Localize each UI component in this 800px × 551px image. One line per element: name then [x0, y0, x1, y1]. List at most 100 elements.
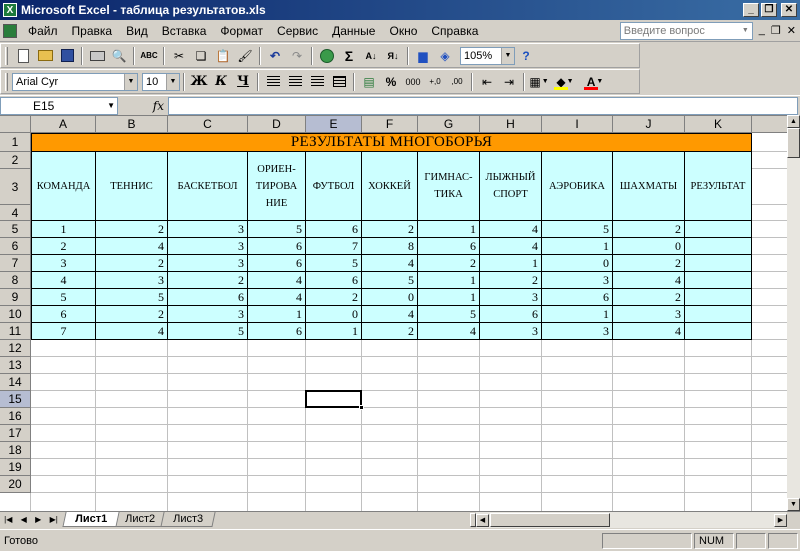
fx-icon[interactable]: fx [118, 99, 168, 113]
align-right-icon[interactable] [306, 72, 328, 92]
column-header-i[interactable]: I [542, 116, 613, 133]
autosum-icon[interactable]: Σ [338, 46, 360, 66]
score-cell[interactable]: 6 [306, 272, 362, 289]
score-cell[interactable]: 6 [306, 221, 362, 238]
save-icon[interactable] [56, 46, 78, 66]
decrease-indent-icon[interactable]: ⇤ [476, 72, 498, 92]
underline-button[interactable]: Ч [232, 72, 254, 92]
row-header-17[interactable]: 17 [0, 425, 31, 442]
paste-icon[interactable]: 📋 [212, 46, 234, 66]
score-cell[interactable]: 7 [306, 238, 362, 255]
name-box[interactable]: E15 ▼ [0, 96, 118, 115]
active-cell-selection[interactable] [305, 390, 364, 410]
column-title-cell[interactable]: ОРИЕН- ТИРОВА НИЕ [248, 152, 306, 221]
team-number-cell[interactable]: 2 [31, 238, 96, 255]
column-header-f[interactable]: F [362, 116, 418, 133]
score-cell[interactable] [685, 255, 752, 272]
score-cell[interactable]: 5 [306, 255, 362, 272]
score-cell[interactable]: 4 [362, 255, 418, 272]
chart-wizard-icon[interactable]: ▆ [412, 46, 434, 66]
workbook-icon[interactable] [3, 23, 17, 38]
score-cell[interactable]: 6 [248, 323, 306, 340]
score-cell[interactable]: 6 [168, 289, 248, 306]
scroll-left-icon[interactable]: ◀ [476, 513, 489, 527]
vertical-scrollbar[interactable]: ▲ ▼ [787, 115, 800, 511]
scroll-thumb[interactable] [787, 128, 800, 158]
score-cell[interactable]: 1 [248, 306, 306, 323]
row-header-10[interactable]: 10 [0, 306, 31, 323]
font-color-icon[interactable]: A ▼ [580, 72, 610, 92]
score-cell[interactable]: 4 [480, 221, 542, 238]
increase-decimal-icon[interactable]: +,0 [424, 72, 446, 92]
team-number-cell[interactable]: 4 [31, 272, 96, 289]
menu-view[interactable]: Вид [119, 21, 155, 41]
score-cell[interactable]: 2 [362, 221, 418, 238]
row-header-2[interactable]: 2 [0, 152, 31, 169]
score-cell[interactable]: 3 [480, 289, 542, 306]
score-cell[interactable]: 2 [96, 255, 168, 272]
row-header-5[interactable]: 5 [0, 221, 31, 238]
row-header-13[interactable]: 13 [0, 357, 31, 374]
score-cell[interactable]: 6 [248, 255, 306, 272]
horizontal-scrollbar[interactable]: ◀ ▶ [476, 512, 787, 528]
score-cell[interactable]: 0 [613, 238, 685, 255]
column-header-h[interactable]: H [480, 116, 542, 133]
score-cell[interactable]: 5 [542, 221, 613, 238]
column-header-a[interactable]: A [31, 116, 96, 133]
chevron-down-icon[interactable]: ▼ [124, 73, 137, 90]
chevron-down-icon[interactable]: ▼ [107, 98, 115, 114]
row-header-6[interactable]: 6 [0, 238, 31, 255]
score-cell[interactable]: 1 [418, 289, 480, 306]
team-number-cell[interactable]: 5 [31, 289, 96, 306]
row-header-8[interactable]: 8 [0, 272, 31, 289]
score-cell[interactable]: 6 [248, 238, 306, 255]
column-header-j[interactable]: J [613, 116, 685, 133]
next-sheet-icon[interactable]: ▶ [35, 515, 41, 524]
decrease-decimal-icon[interactable]: ,00 [446, 72, 468, 92]
score-cell[interactable]: 1 [480, 255, 542, 272]
column-title-cell[interactable]: БАСКЕТБОЛ [168, 152, 248, 221]
new-icon[interactable] [12, 46, 34, 66]
score-cell[interactable]: 5 [168, 323, 248, 340]
score-cell[interactable]: 5 [96, 289, 168, 306]
cut-icon[interactable]: ✂ [168, 46, 190, 66]
scroll-up-icon[interactable]: ▲ [787, 115, 800, 128]
formula-input[interactable] [168, 96, 798, 115]
menu-data[interactable]: Данные [325, 21, 382, 41]
help-question-input[interactable]: Введите вопрос ▼ [619, 21, 753, 40]
chevron-down-icon[interactable]: ▼ [501, 47, 514, 64]
score-cell[interactable] [685, 238, 752, 255]
score-cell[interactable]: 2 [168, 272, 248, 289]
row-header-4[interactable]: 4 [0, 205, 31, 221]
score-cell[interactable]: 8 [362, 238, 418, 255]
redo-icon[interactable]: ↷ [286, 46, 308, 66]
score-cell[interactable]: 4 [248, 272, 306, 289]
fill-handle[interactable] [359, 405, 364, 410]
open-icon[interactable] [34, 46, 56, 66]
score-cell[interactable]: 3 [542, 323, 613, 340]
spelling-icon[interactable]: ABC [138, 46, 160, 66]
column-title-cell[interactable]: РЕЗУЛЬТАТ [685, 152, 752, 221]
format-painter-icon[interactable]: 🖌 [234, 46, 256, 66]
zoom-select[interactable]: 105% ▼ [460, 46, 515, 65]
row-header-20[interactable]: 20 [0, 476, 31, 493]
row-header-9[interactable]: 9 [0, 289, 31, 306]
row-header-3[interactable]: 3 [0, 169, 31, 205]
print-icon[interactable] [86, 46, 108, 66]
h-scroll-thumb[interactable] [490, 513, 610, 527]
score-cell[interactable]: 4 [613, 272, 685, 289]
column-title-cell[interactable]: ЛЫЖНЫЙ СПОРТ [480, 152, 542, 221]
score-cell[interactable]: 4 [480, 238, 542, 255]
team-number-cell[interactable]: 3 [31, 255, 96, 272]
score-cell[interactable]: 4 [362, 306, 418, 323]
score-cell[interactable] [685, 289, 752, 306]
increase-indent-icon[interactable]: ⇥ [498, 72, 520, 92]
score-cell[interactable] [685, 306, 752, 323]
copy-icon[interactable]: ❏ [190, 46, 212, 66]
menu-format[interactable]: Формат [213, 21, 270, 41]
align-center-icon[interactable] [284, 72, 306, 92]
column-header-c[interactable]: C [168, 116, 248, 133]
select-all-corner[interactable] [0, 116, 31, 133]
score-cell[interactable] [685, 272, 752, 289]
scroll-right-icon[interactable]: ▶ [774, 513, 787, 527]
